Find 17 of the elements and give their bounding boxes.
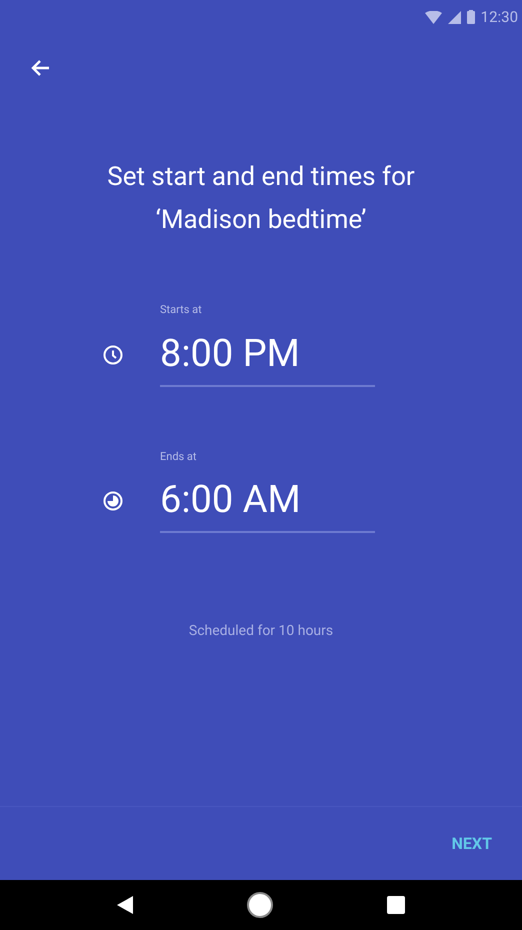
screen-title: Set start and end times for ‘Madison bedtime’ [106,161,416,237]
schedule-summary: Scheduled for 10 hours [188,622,334,641]
wifi-icon [424,10,442,24]
time-field[interactable]: 8:00 PM [160,328,375,386]
home-nav-icon[interactable] [246,891,274,919]
status-time: 12:30 [480,6,518,28]
back-nav-icon[interactable] [116,896,133,914]
half-moon-clock-icon [102,490,124,512]
back-arrow-icon [30,59,50,77]
time-field[interactable]: 6:00 AM [160,475,375,533]
clock-icon [102,344,124,366]
field-label: Starts at [160,302,203,318]
recents-nav-icon[interactable] [387,896,406,914]
battery-icon [466,10,475,24]
field-label: Ends at [160,448,198,464]
next-button[interactable]: NEXT [444,824,500,864]
signal-icon [448,10,461,24]
